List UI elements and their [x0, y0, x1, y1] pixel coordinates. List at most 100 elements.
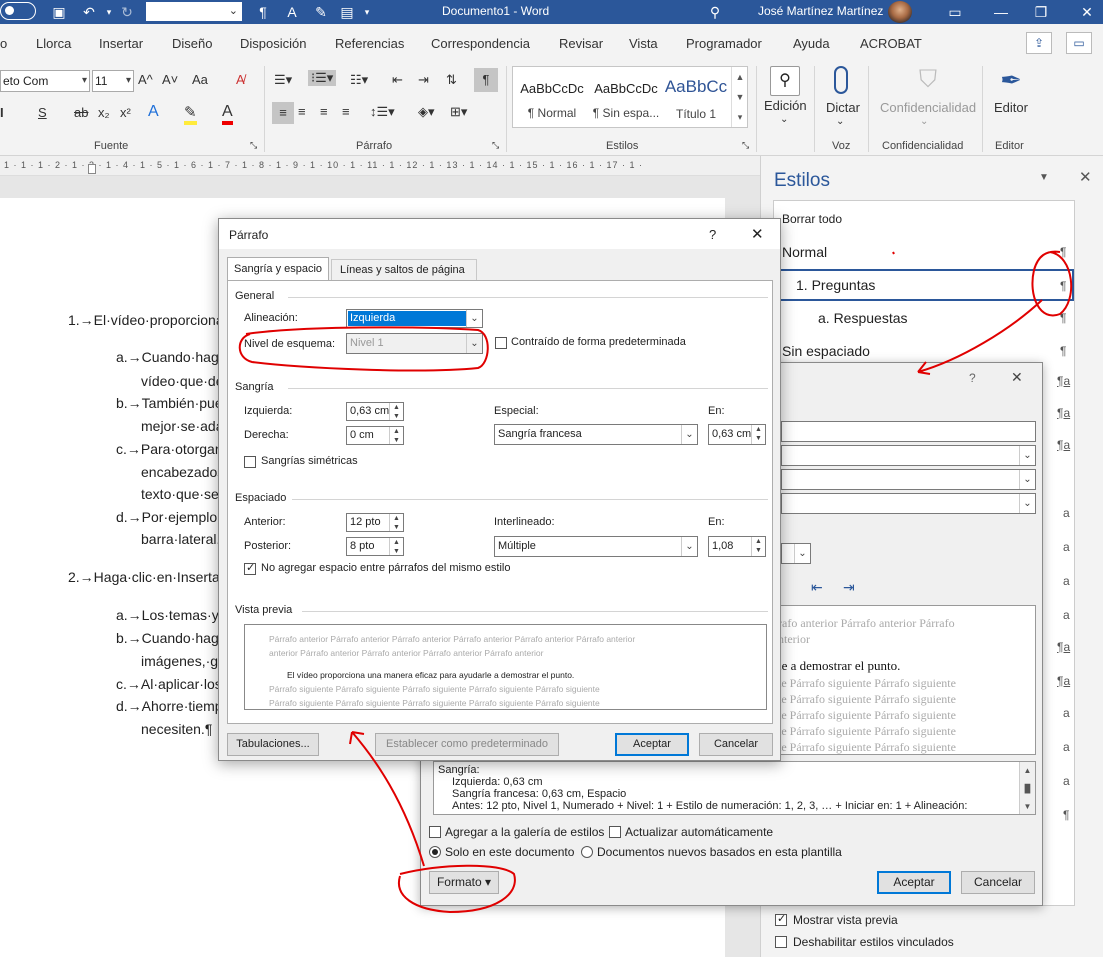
- pane-options-icon[interactable]: ▼: [1039, 172, 1049, 183]
- style-type-select[interactable]: ⌄: [781, 445, 1036, 466]
- tab-references[interactable]: Referencias: [335, 36, 404, 51]
- collapsed-checkbox[interactable]: [495, 337, 507, 349]
- spinner-icon[interactable]: ▲ ▼: [389, 538, 403, 555]
- avatar[interactable]: [888, 1, 912, 23]
- tab-acrobat[interactable]: ACROBAT: [860, 36, 922, 51]
- increase-indent-icon[interactable]: ⇥: [843, 579, 855, 596]
- style-item-respuestas[interactable]: a. Respuestas: [818, 310, 908, 326]
- tab-insert[interactable]: Insertar: [99, 36, 143, 51]
- borders-icon[interactable]: ⊞▾: [450, 104, 467, 120]
- spinner-icon[interactable]: ▲ ▼: [751, 425, 765, 444]
- style-next-select[interactable]: ⌄: [781, 493, 1036, 514]
- bullets-icon[interactable]: ☰▾: [274, 72, 292, 88]
- print-preview-icon[interactable]: ▤: [338, 3, 356, 21]
- undo-dropdown-icon[interactable]: ▾: [100, 3, 118, 21]
- shading-icon[interactable]: ◈▾: [418, 104, 435, 120]
- minimize-icon[interactable]: —: [992, 3, 1010, 21]
- style-no-spacing[interactable]: AaBbCcDc ¶ Sin espa...: [589, 71, 663, 125]
- close-icon[interactable]: ✕: [751, 225, 764, 243]
- tabs-button[interactable]: Tabulaciones...: [227, 733, 319, 756]
- clear-format-icon[interactable]: A̸: [236, 72, 245, 87]
- search-icon[interactable]: ⚲: [770, 66, 800, 96]
- change-case-button[interactable]: Aa: [192, 72, 208, 87]
- tab-line-page-breaks[interactable]: Líneas y saltos de página: [331, 259, 477, 281]
- cancel-button[interactable]: Cancelar: [699, 733, 773, 756]
- shrink-font-button[interactable]: A˅: [162, 72, 178, 87]
- tab-layout[interactable]: Disposición: [240, 36, 306, 51]
- help-icon[interactable]: ?: [709, 227, 716, 242]
- paragraph-mark-icon[interactable]: ¶: [254, 3, 272, 21]
- subscript-icon[interactable]: x₂: [98, 105, 110, 120]
- font-style-icon[interactable]: A: [283, 3, 301, 21]
- close-icon[interactable]: ✕: [1079, 168, 1092, 186]
- space-before-input[interactable]: 12 pto ▲ ▼: [346, 513, 404, 532]
- multilevel-list-icon[interactable]: ☷▾: [350, 72, 368, 88]
- show-marks-icon[interactable]: ¶: [474, 68, 498, 92]
- decrease-indent-icon[interactable]: ⇤: [392, 72, 403, 88]
- tab-mailings[interactable]: Correspondencia: [431, 36, 530, 51]
- editor-icon[interactable]: ✒: [996, 64, 1026, 96]
- font-dialog-launcher-icon[interactable]: ⤡: [250, 140, 257, 151]
- line-spacing-select[interactable]: Múltiple ⌄: [494, 536, 698, 557]
- undo-icon[interactable]: ↶: [80, 3, 98, 21]
- font-size-box[interactable]: 11 ▾: [92, 70, 134, 92]
- redo-icon[interactable]: ↻: [118, 3, 136, 21]
- paragraph-dialog-launcher-icon[interactable]: ⤡: [492, 140, 499, 151]
- tab-home[interactable]: o: [0, 36, 7, 51]
- dictate-button[interactable]: Dictar: [826, 100, 860, 115]
- ok-button[interactable]: Aceptar: [877, 871, 951, 894]
- close-icon[interactable]: ✕: [1011, 369, 1023, 386]
- font-name-box[interactable]: eto Com ▾: [0, 70, 90, 92]
- indent-right-input[interactable]: 0 cm ▲ ▼: [346, 426, 404, 445]
- align-left-icon[interactable]: ≡: [272, 102, 294, 124]
- ribbon-display-icon[interactable]: ▭: [946, 3, 964, 21]
- format-button[interactable]: Formato ▾: [429, 871, 499, 894]
- indent-left-input[interactable]: 0,63 cm ▲ ▼: [346, 402, 404, 421]
- styles-dialog-launcher-icon[interactable]: ⤡: [742, 140, 749, 151]
- add-gallery-checkbox[interactable]: [429, 826, 441, 838]
- sort-icon[interactable]: ⇅: [446, 72, 457, 88]
- special-select[interactable]: Sangría francesa ⌄: [494, 424, 698, 445]
- search-icon[interactable]: ⚲: [706, 3, 724, 21]
- disable-linked-checkbox[interactable]: [775, 936, 787, 948]
- numbering-icon[interactable]: ⁝☰▾: [308, 70, 337, 86]
- draw-icon[interactable]: ✎: [312, 3, 330, 21]
- tab-help[interactable]: Ayuda: [793, 36, 830, 51]
- close-icon[interactable]: ✕: [1078, 3, 1096, 21]
- editor-button[interactable]: Editor: [994, 100, 1028, 115]
- spinner-icon[interactable]: ▲ ▼: [389, 403, 403, 420]
- save-icon[interactable]: ▣: [50, 3, 68, 21]
- ok-button[interactable]: Aceptar: [615, 733, 689, 756]
- show-preview-checkbox[interactable]: [775, 912, 787, 926]
- auto-update-checkbox[interactable]: [609, 826, 621, 838]
- spinner-icon[interactable]: ▲ ▼: [389, 514, 403, 531]
- line-spacing-icon[interactable]: ↕☰▾: [370, 104, 395, 120]
- tab-design[interactable]: Diseño: [172, 36, 212, 51]
- style-normal[interactable]: AaBbCcDc ¶ Normal: [515, 71, 589, 125]
- superscript-icon[interactable]: x²: [120, 105, 131, 120]
- customize-toolbar-icon[interactable]: ▾: [358, 3, 376, 21]
- underline-icon[interactable]: S: [38, 105, 47, 120]
- spinner-icon[interactable]: ▲ ▼: [389, 427, 403, 444]
- user-name[interactable]: José Martínez Martínez: [758, 4, 883, 18]
- align-center-icon[interactable]: ≡: [298, 104, 306, 119]
- cancel-button[interactable]: Cancelar: [961, 871, 1035, 894]
- gallery-scroll[interactable]: ▲ ▼ ▾: [731, 67, 748, 127]
- style-item-preguntas[interactable]: 1. Preguntas ¶: [776, 269, 1074, 301]
- clear-all-item[interactable]: Borrar todo: [782, 212, 842, 226]
- alignment-select[interactable]: Izquierda ⌄: [346, 309, 483, 328]
- share-icon[interactable]: ⇪: [1026, 32, 1052, 54]
- quick-style-box[interactable]: ⌄: [146, 2, 242, 21]
- at-input[interactable]: 1,08 ▲ ▼: [708, 536, 766, 557]
- edit-button[interactable]: Edición: [764, 98, 807, 113]
- by-input[interactable]: 0,63 cm ▲ ▼: [708, 424, 766, 445]
- new-documents-radio[interactable]: [581, 846, 593, 858]
- autosave-toggle[interactable]: [0, 2, 36, 20]
- restore-icon[interactable]: ❐: [1032, 3, 1050, 21]
- strikethrough-icon[interactable]: ab: [74, 105, 88, 120]
- mirror-indents-checkbox[interactable]: [244, 456, 256, 468]
- align-right-icon[interactable]: ≡: [320, 104, 328, 119]
- increase-indent-icon[interactable]: ⇥: [418, 72, 429, 88]
- style-based-on-select[interactable]: ⌄: [781, 469, 1036, 490]
- highlight-icon[interactable]: ✎: [184, 103, 197, 125]
